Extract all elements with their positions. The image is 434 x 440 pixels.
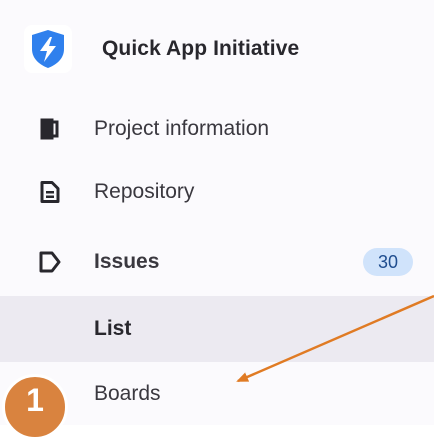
sidebar-item-repository[interactable]: Repository [0,159,434,225]
sidebar-item-issues[interactable]: Issues 30 [0,229,434,295]
sidebar-item-label: Issues [94,250,160,273]
sidebar-item-project-information[interactable]: Project information [0,96,434,162]
lightning-shield-icon [32,30,64,68]
issues-icon [38,250,62,274]
project-sidebar: Quick App Initiative Project information… [0,0,434,425]
project-icon [38,117,62,141]
issues-count-badge: 30 [363,248,413,276]
step-number-badge: 1 [2,374,68,440]
sidebar-item-label: Repository [94,180,195,203]
project-name: Quick App Initiative [102,37,300,60]
sidebar-subitem-label: Boards [94,382,161,405]
sidebar-subitem-list[interactable]: List [0,296,434,362]
sidebar-item-label: Project information [94,117,270,140]
project-avatar [24,25,72,73]
document-icon [38,180,62,204]
sidebar-subitem-label: List [94,317,132,340]
project-header[interactable]: Quick App Initiative [24,18,424,80]
